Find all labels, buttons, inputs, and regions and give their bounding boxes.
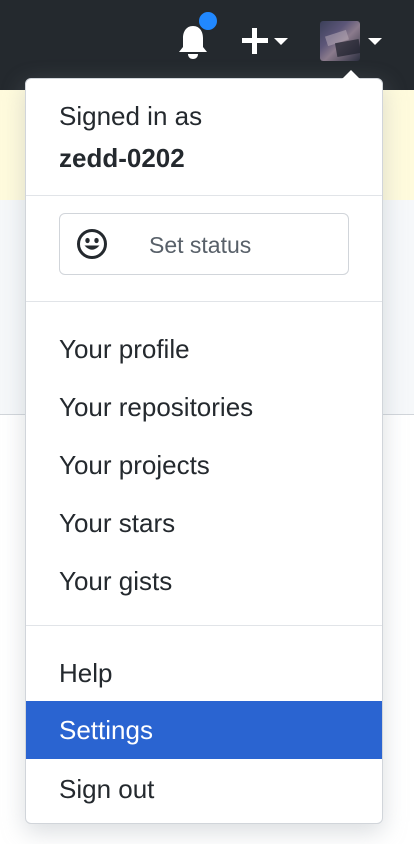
notifications-button[interactable] [175, 10, 219, 62]
chevron-down-icon [368, 38, 382, 45]
user-menu-button[interactable] [320, 21, 386, 61]
chevron-down-icon [274, 38, 288, 45]
smiley-icon [77, 229, 107, 259]
dropdown-arrow [342, 70, 360, 79]
username: zedd-0202 [59, 143, 185, 173]
notification-indicator [197, 10, 219, 32]
set-status-button[interactable]: Set status [59, 213, 349, 275]
divider [26, 301, 382, 302]
menu-item-help[interactable]: Help [26, 644, 382, 702]
signed-in-label: Signed in as [59, 101, 203, 131]
avatar [320, 21, 360, 61]
menu-item-your-stars[interactable]: Your stars [26, 494, 382, 552]
menu-item-your-projects[interactable]: Your projects [26, 436, 382, 494]
divider [26, 195, 382, 196]
set-status-label: Set status [149, 232, 252, 258]
menu-item-your-repositories[interactable]: Your repositories [26, 378, 382, 436]
divider [26, 625, 382, 626]
user-dropdown-menu: Signed in as zedd-0202 Set status Your p… [25, 70, 383, 824]
menu-item-your-gists[interactable]: Your gists [26, 552, 382, 610]
plus-icon [242, 28, 268, 54]
menu-item-your-profile[interactable]: Your profile [26, 320, 382, 378]
menu-item-sign-out[interactable]: Sign out [26, 760, 382, 818]
page: Signed in as zedd-0202 Set status Your p… [0, 0, 414, 844]
menu-item-settings[interactable]: Settings [26, 701, 382, 759]
create-new-button[interactable] [240, 26, 292, 58]
